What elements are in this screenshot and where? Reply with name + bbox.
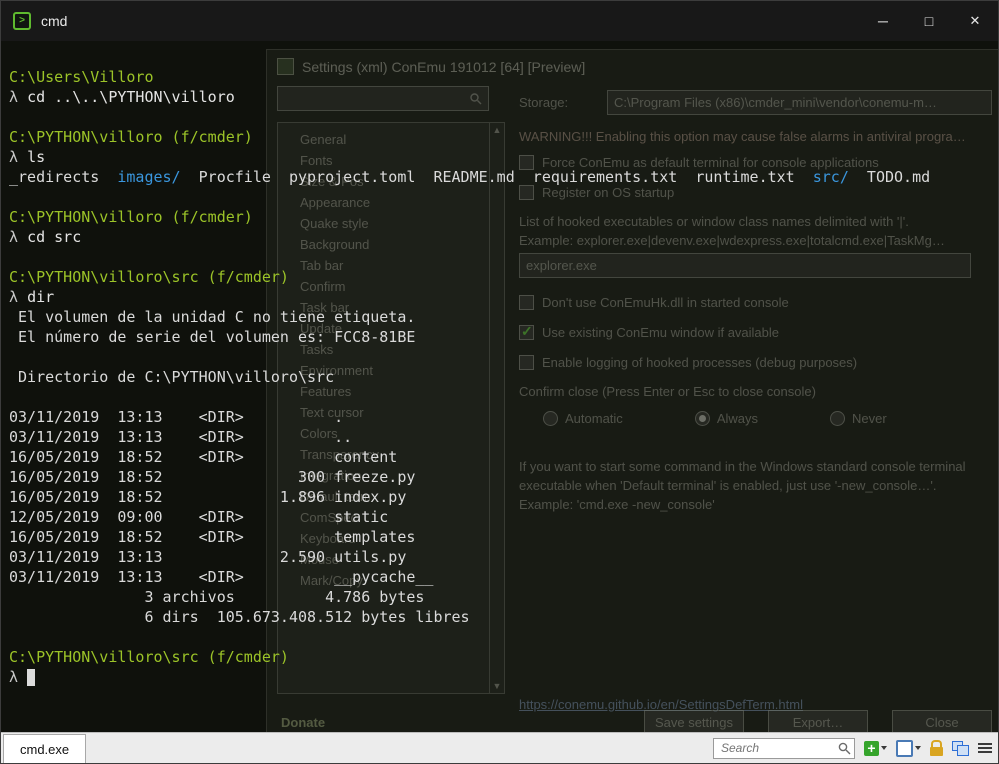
- chevron-down-icon[interactable]: [915, 746, 921, 750]
- terminal-line: [9, 107, 998, 127]
- terminal-line: _redirects images/ Procfile pyproject.to…: [9, 167, 998, 187]
- console-buffer-button[interactable]: [952, 741, 969, 756]
- menu-button[interactable]: [978, 743, 992, 753]
- window-controls: ─ □ ✕: [860, 1, 998, 41]
- search-box: [713, 738, 855, 759]
- new-window-button[interactable]: [896, 740, 921, 757]
- terminal-line: 16/05/2019 18:52 <DIR> templates: [9, 527, 998, 547]
- terminal-line: C:\PYTHON\villoro\src (f/cmder): [9, 647, 998, 667]
- terminal-line: 16/05/2019 18:52 <DIR> content: [9, 447, 998, 467]
- app-icon: >: [13, 12, 31, 30]
- terminal-line: 03/11/2019 13:13 <DIR> __pycache__: [9, 567, 998, 587]
- terminal-line: El número de serie del volumen es: FCC8-…: [9, 327, 998, 347]
- terminal-area[interactable]: Settings (xml) ConEmu 191012 [64] [Previ…: [1, 41, 998, 733]
- text-cursor: [27, 669, 35, 686]
- terminal-line: [9, 187, 998, 207]
- terminal-line: Directorio de C:\PYTHON\villoro\src: [9, 367, 998, 387]
- close-button[interactable]: ✕: [952, 1, 998, 41]
- console-tab-cmd[interactable]: cmd.exe: [3, 734, 86, 763]
- terminal-line: 16/05/2019 18:52 1.896 index.py: [9, 487, 998, 507]
- terminal-line: λ dir: [9, 287, 998, 307]
- lock-icon: [931, 740, 942, 747]
- chevron-down-icon[interactable]: [881, 746, 887, 750]
- terminal-line: λ ls: [9, 147, 998, 167]
- minimize-button[interactable]: ─: [860, 1, 906, 41]
- terminal-line: C:\PYTHON\villoro (f/cmder): [9, 127, 998, 147]
- terminal-line: C:\Users\Villoro: [9, 67, 998, 87]
- terminal-line: C:\PYTHON\villoro (f/cmder): [9, 207, 998, 227]
- titlebar: > cmd ─ □ ✕: [1, 1, 998, 41]
- terminal-line: [9, 247, 998, 267]
- new-console-button[interactable]: +: [864, 741, 887, 756]
- cmd-window: > cmd ─ □ ✕ Settings (xml) ConEmu 191012…: [0, 0, 999, 764]
- terminal-line: [9, 627, 998, 647]
- terminal-line: 03/11/2019 13:13 2.590 utils.py: [9, 547, 998, 567]
- lock-button[interactable]: [930, 740, 943, 756]
- statusbar-controls: +: [713, 733, 992, 763]
- menu-icon: [978, 743, 992, 745]
- terminal-line: 12/05/2019 09:00 <DIR> static: [9, 507, 998, 527]
- terminal-output[interactable]: C:\Users\Villoroλ cd ..\..\PYTHON\villor…: [9, 67, 998, 733]
- terminal-line: 16/05/2019 18:52 300 freeze.py: [9, 467, 998, 487]
- terminal-line: 3 archivos 4.786 bytes: [9, 587, 998, 607]
- terminal-line: λ cd ..\..\PYTHON\villoro: [9, 87, 998, 107]
- plus-icon: +: [864, 741, 879, 756]
- terminal-line: [9, 347, 998, 367]
- terminal-line: λ cd src: [9, 227, 998, 247]
- maximize-button[interactable]: □: [906, 1, 952, 41]
- statusbar: cmd.exe +: [1, 732, 998, 763]
- search-input[interactable]: [713, 738, 855, 759]
- terminal-line: [9, 387, 998, 407]
- terminal-line: λ: [9, 667, 998, 687]
- window-title: cmd: [41, 13, 67, 29]
- window-icon: [896, 740, 913, 757]
- pane-icon: [957, 745, 969, 756]
- terminal-line: 03/11/2019 13:13 <DIR> .: [9, 407, 998, 427]
- terminal-line: C:\PYTHON\villoro\src (f/cmder): [9, 267, 998, 287]
- terminal-line: 6 dirs 105.673.408.512 bytes libres: [9, 607, 998, 627]
- terminal-line: 03/11/2019 13:13 <DIR> ..: [9, 427, 998, 447]
- search-icon: [838, 742, 851, 755]
- terminal-line: El volumen de la unidad C no tiene etiqu…: [9, 307, 998, 327]
